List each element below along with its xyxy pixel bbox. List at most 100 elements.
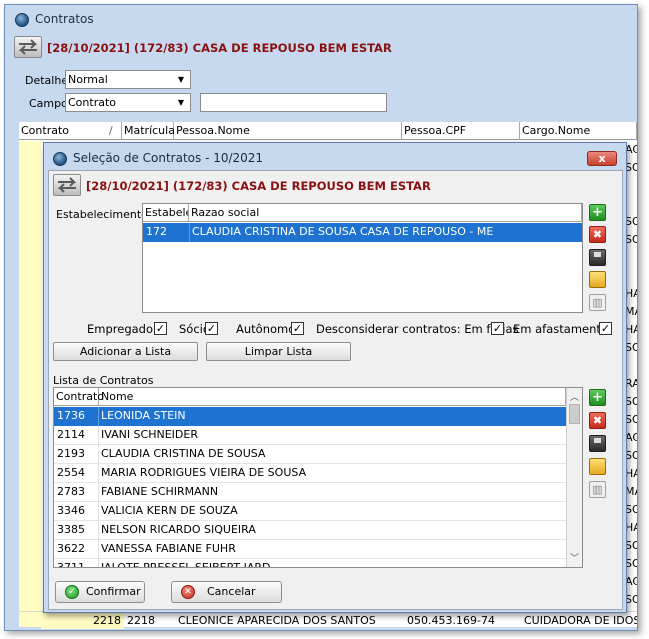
list-item[interactable]: 3622 VANESSA FABIANE FUHR (54, 540, 566, 559)
dialog-app-icon (53, 152, 67, 166)
swap-arrows-icon (18, 39, 38, 55)
contract-code: 2554 (57, 466, 85, 479)
checkbox[interactable]: ✓ (154, 322, 167, 335)
list-scrollbar[interactable]: ︿ ﹀ (566, 388, 582, 567)
cell-nome: CLEONICE APARECIDA DOS SANTOS (178, 614, 376, 627)
window-title: Contratos (35, 12, 94, 26)
contratos-list: Contrato Nome 1736 LEONIDA STEIN 2114 IVANI… (53, 387, 583, 568)
dialog-header: [28/10/2021] (172/83) CASA DE REPOUSO BE… (86, 179, 431, 193)
clear-contracts-button[interactable]: ▥ (589, 481, 606, 498)
grid-header: Contrato / Matrícula Pessoa.Nome Pessoa.… (19, 122, 637, 140)
list-item[interactable]: 3346 VALICIA KERN DE SOUZA (54, 502, 566, 521)
list-item[interactable]: 3385 NELSON RICARDO SIQUEIRA (54, 521, 566, 540)
column-separator (98, 521, 99, 540)
add-contract-button[interactable]: + (589, 389, 606, 406)
sort-indicator: / (109, 124, 113, 137)
window-titlebar: Contratos (5, 5, 637, 33)
checkbox[interactable]: ✓ (599, 322, 612, 335)
confirm-label: Confirmar (86, 585, 141, 598)
add-to-list-button[interactable]: Adicionar a Lista (53, 342, 198, 361)
search-input[interactable] (200, 93, 387, 112)
cell-cpf: 050.453.169-74 (407, 614, 495, 627)
table-row[interactable]: 2218 2218 CLEONICE APARECIDA DOS SANTOS … (19, 611, 637, 629)
estab-rows: 172 CLAUDIA CRISTINA DE SOUSA CASA DE REP… (143, 223, 582, 312)
col-pessoa-nome[interactable]: Pessoa.Nome (174, 122, 402, 140)
close-button[interactable]: x (587, 151, 617, 166)
remove-estab-button[interactable]: ✖ (589, 226, 606, 243)
col-nome[interactable]: Nome (99, 388, 566, 406)
chevron-down-icon: ▼ (177, 75, 184, 84)
col-pessoa-cpf[interactable]: Pessoa.CPF (402, 122, 520, 140)
checkbox[interactable]: ✓ (291, 322, 304, 335)
column-separator (98, 540, 99, 559)
cancel-button[interactable]: ✕ Cancelar (171, 581, 282, 603)
plus-icon: + (592, 205, 603, 220)
scroll-thumb[interactable] (569, 404, 580, 424)
plus-icon: + (592, 390, 603, 405)
remove-contract-button[interactable]: ✖ (589, 412, 606, 429)
col-contrato[interactable]: Contrato / (19, 122, 122, 140)
add-estab-button[interactable]: + (589, 204, 606, 221)
col-matricula[interactable]: Matrícula (122, 122, 175, 140)
contract-name: CLAUDIA CRISTINA DE SOUSA (101, 447, 266, 460)
checkbox[interactable]: ✓ (205, 322, 218, 335)
column-separator (98, 559, 99, 567)
grid-indicator-column (19, 141, 41, 627)
filter-checkboxes: Empregado ✓ Sócio ✓ Autônomo ✓ Desconsiderar c… (49, 321, 624, 339)
column-separator (98, 407, 99, 426)
col-contrato[interactable]: Contrato (54, 388, 104, 406)
contract-name: NELSON RICARDO SIQUEIRA (101, 523, 256, 536)
column-separator (98, 483, 99, 502)
checkbox[interactable]: ✓ (491, 322, 504, 335)
trash-icon: ▥ (592, 296, 603, 309)
col-razao-social[interactable]: Razao social (189, 204, 582, 222)
column-separator (189, 223, 190, 242)
open-list-button[interactable] (589, 458, 606, 475)
save-list-button[interactable] (589, 435, 606, 452)
list-item[interactable]: 1736 LEONIDA STEIN (54, 407, 566, 426)
close-icon: x (598, 152, 606, 165)
cancel-icon: ✕ (181, 585, 195, 599)
column-separator (98, 502, 99, 521)
app-icon (15, 13, 29, 27)
chevron-down-icon: ▼ (177, 98, 184, 107)
scroll-down-icon[interactable]: ﹀ (570, 551, 579, 564)
cell-matricula: 2218 (127, 614, 155, 627)
campo-value: Contrato (68, 96, 117, 109)
detalhe-select[interactable]: Normal ▼ (65, 70, 191, 89)
list-rows: 1736 LEONIDA STEIN 2114 IVANI SCHNEIDER 2193… (54, 407, 566, 568)
list-item[interactable]: 2783 FABIANE SCHIRMANN (54, 483, 566, 502)
clear-list-button[interactable]: Limpar Lista (206, 342, 351, 361)
scroll-up-icon[interactable]: ︿ (570, 390, 579, 403)
detalhe-label: Detalhe (25, 74, 69, 87)
save-estab-button[interactable] (589, 249, 606, 266)
contract-code: 3622 (57, 542, 85, 555)
list-item[interactable]: 2554 MARIA RODRIGUES VIEIRA DE SOUSA (54, 464, 566, 483)
list-item[interactable]: 2114 IVANI SCHNEIDER (54, 426, 566, 445)
check-icon: ✓ (65, 585, 79, 599)
clear-estab-button[interactable]: ▥ (589, 294, 606, 311)
estab-row[interactable]: 172 CLAUDIA CRISTINA DE SOUSA CASA DE REP… (143, 223, 582, 242)
checkbox-label: Desconsiderar contratos: Em férias (316, 322, 519, 336)
confirm-button[interactable]: ✓ Confirmar (55, 581, 145, 603)
open-estab-button[interactable] (589, 271, 606, 288)
column-separator (98, 426, 99, 445)
contract-name: VALICIA KERN DE SOUZA (101, 504, 238, 517)
contract-code: 1736 (57, 409, 85, 422)
contract-code: 2114 (57, 428, 85, 441)
contract-name: JALOTE PRESSEL SEIBERT IARD (101, 561, 271, 568)
checkbox-label: Em afastamento (513, 322, 608, 336)
contract-code: 2193 (57, 447, 85, 460)
list-item[interactable]: 2193 CLAUDIA CRISTINA DE SOUSA (54, 445, 566, 464)
contract-code: 2783 (57, 485, 85, 498)
col-cargo-nome[interactable]: Cargo.Nome (520, 122, 637, 140)
col-estabelec[interactable]: Estabelec (143, 204, 189, 222)
list-item[interactable]: 3711 JALOTE PRESSEL SEIBERT IARD (54, 559, 566, 568)
contract-code: 3385 (57, 523, 85, 536)
checkbox-label: Empregado (87, 322, 154, 336)
swap-establishment-button[interactable] (14, 36, 42, 58)
delete-icon: ✖ (592, 228, 603, 241)
contract-code: 3711 (57, 561, 85, 568)
campo-select[interactable]: Contrato ▼ (65, 93, 191, 112)
dialog-swap-button[interactable] (53, 174, 81, 196)
